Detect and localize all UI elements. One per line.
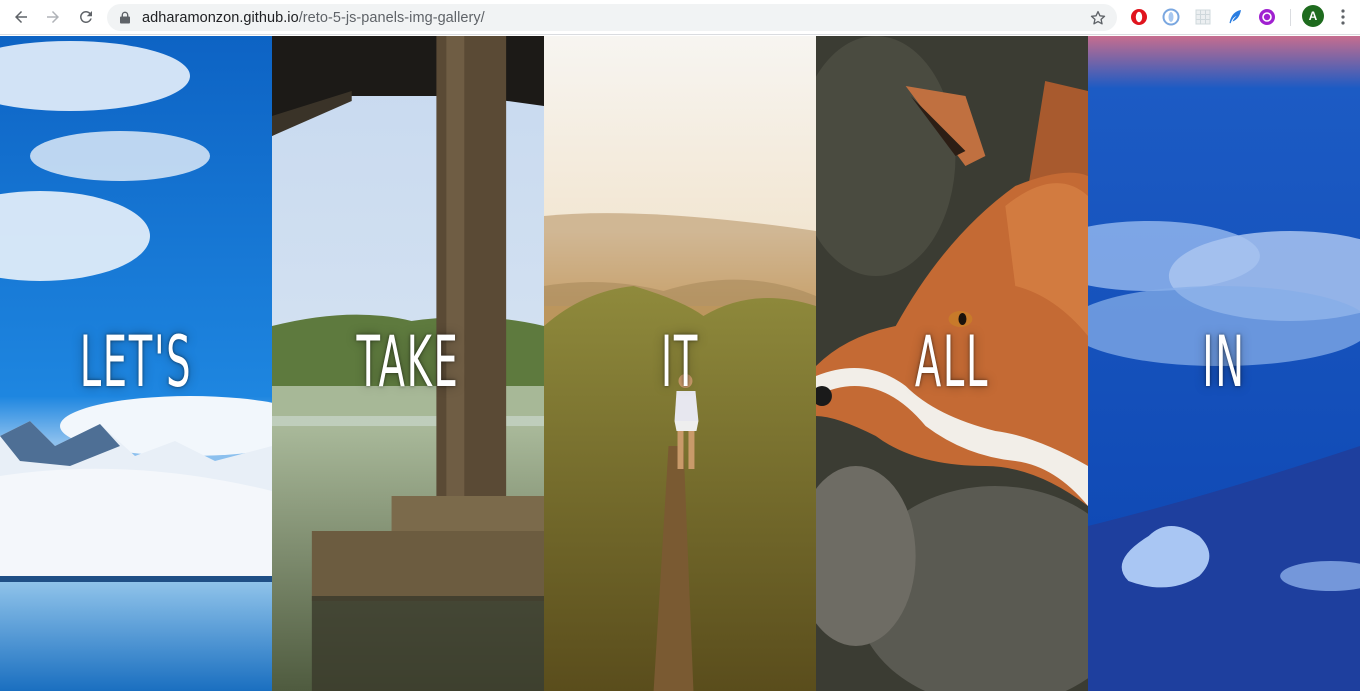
toolbar-divider xyxy=(1290,9,1291,26)
reload-button[interactable] xyxy=(73,5,99,29)
panel-4[interactable]: ALL xyxy=(816,36,1088,691)
purple-extension-icon xyxy=(1259,9,1275,25)
back-button[interactable] xyxy=(8,5,34,29)
menu-icon[interactable] xyxy=(1336,8,1350,26)
panel-3-word: IT xyxy=(660,321,700,403)
feather-icon xyxy=(1229,10,1241,24)
purple-extension-button[interactable] xyxy=(1257,7,1277,27)
panel-4-word: ALL xyxy=(914,321,990,403)
lock-icon xyxy=(120,11,130,24)
url-text: adharamonzon.github.io/reto-5-js-panels-… xyxy=(142,10,485,26)
panel-2-word: TAKE xyxy=(356,321,460,403)
reload-icon xyxy=(80,11,92,23)
panel-5-word: IN xyxy=(1202,321,1246,403)
panel-2[interactable]: TAKE xyxy=(272,36,544,691)
panel-1-word: LET'S xyxy=(79,321,193,403)
grid-extension-button[interactable] xyxy=(1193,7,1213,27)
address-bar[interactable]: adharamonzon.github.io/reto-5-js-panels-… xyxy=(107,4,1117,31)
url-path: /reto-5-js-panels-img-gallery/ xyxy=(298,10,485,26)
extension-button[interactable] xyxy=(1161,7,1181,27)
panel-5[interactable]: IN xyxy=(1088,36,1360,691)
opera-extension-button[interactable] xyxy=(1129,7,1149,27)
panel-1[interactable]: LET'S xyxy=(0,36,272,691)
panels-gallery: LET'S TAKE IT ALL IN xyxy=(0,36,1360,691)
extension-icon xyxy=(1162,8,1180,26)
back-icon xyxy=(15,11,27,23)
url-host: adharamonzon.github.io xyxy=(142,10,299,26)
forward-icon xyxy=(47,11,59,23)
forward-button[interactable] xyxy=(40,5,66,29)
feather-extension-button[interactable] xyxy=(1225,7,1245,27)
opera-icon xyxy=(1131,9,1147,25)
profile-avatar[interactable]: A xyxy=(1302,5,1324,27)
browser-toolbar: adharamonzon.github.io/reto-5-js-panels-… xyxy=(0,0,1360,35)
panel-3[interactable]: IT xyxy=(544,36,816,691)
grid-extension-icon xyxy=(1195,9,1211,25)
star-icon[interactable] xyxy=(1089,9,1107,27)
